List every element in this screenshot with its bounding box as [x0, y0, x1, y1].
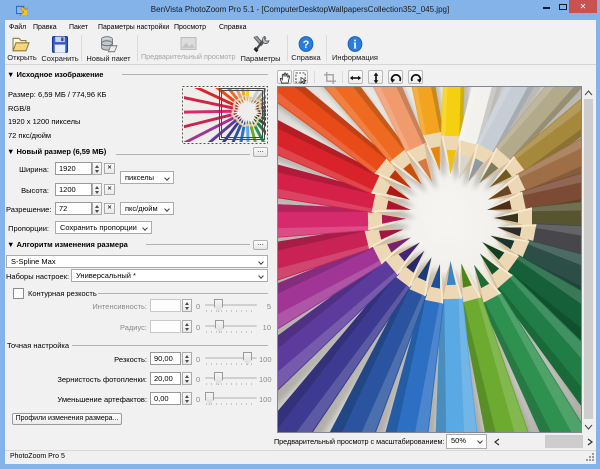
- svg-text:?: ?: [303, 39, 310, 51]
